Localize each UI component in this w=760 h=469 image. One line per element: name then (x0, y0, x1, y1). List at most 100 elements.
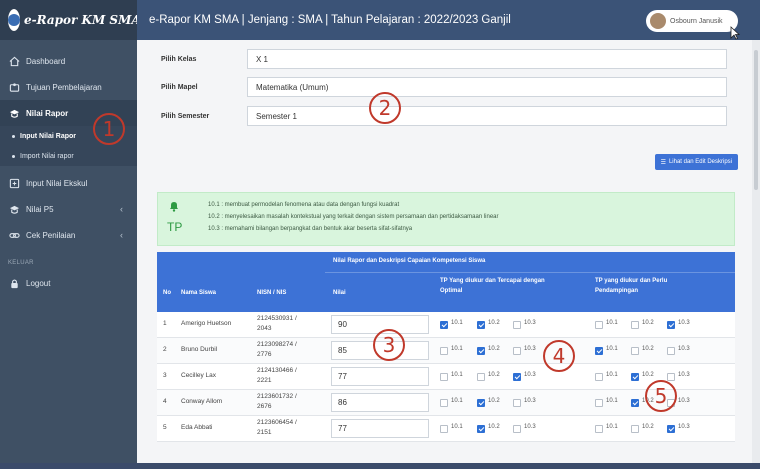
callout-3: 3 (373, 329, 405, 361)
student-nis: 2221 (257, 377, 272, 384)
tp-pendampingan-checkbox-label: 10.2 (642, 346, 654, 352)
col-tp-optimal-2: Optimal (440, 288, 463, 294)
tp-pendampingan-checkbox[interactable] (595, 321, 603, 329)
tp-optimal-checkbox-label: 10.2 (488, 372, 500, 378)
brand[interactable]: e-Rapor KM SMA « (0, 0, 156, 40)
tp-optimal-checkbox[interactable] (513, 399, 521, 407)
link-icon (8, 229, 20, 241)
sidebar-item-tujuan[interactable]: Tujuan Pembelajaran (0, 74, 137, 100)
sidebar-item-logout[interactable]: Logout (0, 270, 137, 296)
tp-pendampingan-checkbox[interactable] (631, 373, 639, 381)
student-name: Cecilley Lax (181, 372, 217, 379)
tp-optimal-checkbox[interactable] (513, 321, 521, 329)
tp-optimal-checkbox-label: 10.2 (488, 424, 500, 430)
tp-optimal-checkbox[interactable] (477, 399, 485, 407)
tp-pendampingan-checkbox[interactable] (631, 321, 639, 329)
nilai-table: Nilai Rapor dan Deskripsi Capaian Kompet… (157, 252, 735, 442)
tp-pendampingan-checkbox[interactable] (631, 399, 639, 407)
tp-optimal-checkbox[interactable] (477, 425, 485, 433)
avatar (650, 13, 666, 29)
col-tp-optimal: TP Yang diukur dan Tercapai dengan (440, 278, 545, 284)
student-nisn: 2123098274 / (257, 341, 297, 348)
tp-optimal-checkbox[interactable] (477, 347, 485, 355)
row-number: 4 (163, 398, 167, 405)
tp-optimal-checkbox-label: 10.3 (524, 424, 536, 430)
semester-select[interactable]: Semester 1 (247, 106, 727, 126)
scrollbar-thumb[interactable] (754, 50, 758, 190)
bullet-icon (12, 134, 15, 138)
tp-optimal-checkbox[interactable] (440, 347, 448, 355)
kelas-select[interactable]: X 1 (247, 49, 727, 69)
tp-pendampingan-checkbox[interactable] (667, 373, 675, 381)
list-icon: ☰ (660, 159, 666, 166)
tp-pendampingan-checkbox[interactable] (595, 347, 603, 355)
col-name: Nama Siswa (181, 290, 217, 296)
tp-pendampingan-checkbox[interactable] (631, 425, 639, 433)
tp-optimal-checkbox[interactable] (440, 425, 448, 433)
sidebar-subitem-import-nilai-rapor[interactable]: Import Nilai rapor (0, 146, 137, 166)
tp-pendampingan-checkbox[interactable] (595, 399, 603, 407)
sidebar-item-nilai-p5[interactable]: Nilai P5 ‹ (0, 196, 137, 222)
sidebar-menu: Dashboard Tujuan Pembelajaran Nilai Rapo… (0, 40, 137, 296)
top-header: e-Rapor KM SMA | Jenjang : SMA | Tahun P… (137, 0, 760, 40)
sidebar-item-cek-penilaian[interactable]: Cek Penilaian ‹ (0, 222, 137, 248)
vertical-scrollbar[interactable] (752, 40, 760, 469)
brand-logo-icon (8, 9, 20, 31)
tp-pendampingan-checkbox-label: 10.2 (642, 320, 654, 326)
chevron-left-icon: ‹ (120, 204, 123, 214)
tp-optimal-checkbox[interactable] (513, 373, 521, 381)
tp-optimal-checkbox[interactable] (477, 373, 485, 381)
tp-optimal-checkbox[interactable] (513, 347, 521, 355)
tp-pendampingan-checkbox[interactable] (667, 321, 675, 329)
tp-pendampingan-checkbox[interactable] (667, 425, 675, 433)
sidebar-item-label: Dashboard (26, 56, 66, 66)
nilai-input[interactable]: 86 (331, 393, 429, 412)
nilai-input[interactable]: 77 (331, 419, 429, 438)
sidebar-item-input-nilai-ekskul[interactable]: Input Nilai Ekskul (0, 170, 137, 196)
tp-optimal-checkbox[interactable] (513, 425, 521, 433)
mapel-select[interactable]: Matematika (Umum) (247, 77, 727, 97)
sidebar-subitem-label: Input Nilai Rapor (20, 132, 76, 140)
tp-optimal-checkbox-label: 10.1 (451, 424, 463, 430)
table-row: 1 Amerigo Huetson 2124530931 /2043 90 10.1 10… (157, 312, 735, 338)
tp-pendampingan-checkbox-label: 10.1 (606, 320, 618, 326)
puzzle-icon (8, 81, 20, 93)
tp-pendampingan-checkbox-label: 10.1 (606, 424, 618, 430)
tp-pendampingan-checkbox[interactable] (631, 347, 639, 355)
table-body: 1 Amerigo Huetson 2124530931 /2043 90 10.1 10… (157, 312, 735, 442)
tp-line: 10.3 : memahami bilangan berpangkat dan … (208, 226, 413, 232)
chevron-left-icon: ‹ (120, 230, 123, 240)
tp-pendampingan-checkbox-label: 10.3 (678, 320, 690, 326)
tp-pendampingan-checkbox[interactable] (667, 347, 675, 355)
lihat-edit-deskripsi-button[interactable]: ☰ Lihat dan Edit Deskripsi (654, 154, 738, 170)
student-nis: 2151 (257, 429, 272, 436)
lock-icon (8, 277, 20, 289)
graduation-icon (8, 107, 20, 119)
tp-optimal-checkbox[interactable] (440, 399, 448, 407)
tp-list: 10.1 : membuat permodelan fenomena atau … (208, 199, 499, 235)
nilai-input[interactable]: 77 (331, 367, 429, 386)
tp-optimal-checkbox[interactable] (440, 321, 448, 329)
sidebar-item-label: Cek Penilaian (26, 230, 76, 240)
sidebar-item-dashboard[interactable]: Dashboard (0, 48, 137, 74)
tp-optimal-checkbox[interactable] (440, 373, 448, 381)
sidebar-subitem-label: Import Nilai rapor (20, 152, 74, 160)
tp-optimal-checkbox-label: 10.2 (488, 320, 500, 326)
user-menu-button[interactable]: Osbourn Janusik (646, 10, 738, 32)
row-number: 3 (163, 372, 167, 379)
sidebar-section-label: KELUAR (8, 260, 34, 266)
student-nis: 2676 (257, 403, 272, 410)
mapel-label: Pilih Mapel (161, 83, 198, 91)
callout-5: 5 (645, 380, 677, 412)
tp-pendampingan-checkbox[interactable] (595, 373, 603, 381)
tp-pendampingan-checkbox[interactable] (595, 425, 603, 433)
tp-pendampingan-checkbox-label: 10.3 (678, 424, 690, 430)
row-number: 1 (163, 320, 167, 327)
tp-pendampingan-checkbox-label: 10.2 (642, 372, 654, 378)
square-icon (8, 177, 20, 189)
student-nis: 2776 (257, 351, 272, 358)
sidebar-item-label: Input Nilai Ekskul (26, 178, 88, 188)
tp-optimal-checkbox-label: 10.3 (524, 372, 536, 378)
student-nisn: 2123601732 / (257, 393, 297, 400)
tp-optimal-checkbox[interactable] (477, 321, 485, 329)
